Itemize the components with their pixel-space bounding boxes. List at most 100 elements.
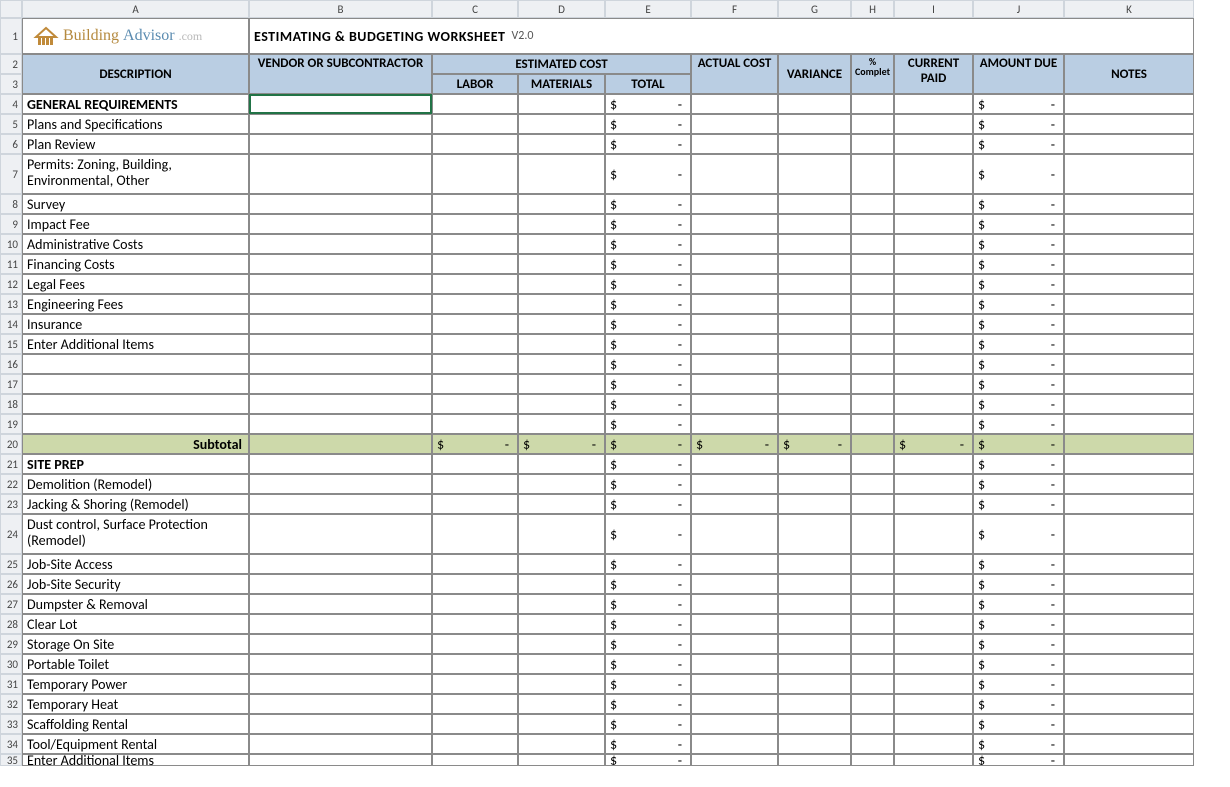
cell-32-K[interactable] xyxy=(1064,694,1194,714)
cell-13-A[interactable]: Engineering Fees xyxy=(22,294,249,314)
cell-11-C[interactable] xyxy=(432,254,518,274)
spreadsheet-grid[interactable]: ABCDEFGHIJK1 BuildingAdvisor.comESTIMATI… xyxy=(0,0,1230,766)
cell-20-E[interactable]: $- xyxy=(605,434,691,454)
cell-10-K[interactable] xyxy=(1064,234,1194,254)
cell-31-I[interactable] xyxy=(894,674,973,694)
cell-12-K[interactable] xyxy=(1064,274,1194,294)
cell-15-A[interactable]: Enter Additional Items xyxy=(22,334,249,354)
cell-4-B[interactable] xyxy=(249,94,432,114)
cell-27-D[interactable] xyxy=(518,594,605,614)
cell-25-C[interactable] xyxy=(432,554,518,574)
cell-13-H[interactable] xyxy=(851,294,894,314)
cell-7-K[interactable] xyxy=(1064,154,1194,194)
cell-14-E[interactable]: $- xyxy=(605,314,691,334)
row-head-29[interactable]: 29 xyxy=(0,634,22,654)
row-head-4[interactable]: 4 xyxy=(0,94,22,114)
cell-10-C[interactable] xyxy=(432,234,518,254)
cell-12-J[interactable]: $- xyxy=(973,274,1064,294)
cell-16-H[interactable] xyxy=(851,354,894,374)
cell-28-F[interactable] xyxy=(691,614,778,634)
cell-6-A[interactable]: Plan Review xyxy=(22,134,249,154)
cell-14-F[interactable] xyxy=(691,314,778,334)
cell-6-F[interactable] xyxy=(691,134,778,154)
cell-31-F[interactable] xyxy=(691,674,778,694)
cell-13-B[interactable] xyxy=(249,294,432,314)
cell-18-G[interactable] xyxy=(778,394,851,414)
cell-33-J[interactable]: $- xyxy=(973,714,1064,734)
cell-21-K[interactable] xyxy=(1064,454,1194,474)
cell-7-H[interactable] xyxy=(851,154,894,194)
row-head-26[interactable]: 26 xyxy=(0,574,22,594)
cell-28-E[interactable]: $- xyxy=(605,614,691,634)
cell-22-I[interactable] xyxy=(894,474,973,494)
cell-35-B[interactable] xyxy=(249,754,432,766)
cell-8-J[interactable]: $- xyxy=(973,194,1064,214)
cell-30-B[interactable] xyxy=(249,654,432,674)
cell-16-F[interactable] xyxy=(691,354,778,374)
col-head-C[interactable]: C xyxy=(432,0,518,18)
cell-10-I[interactable] xyxy=(894,234,973,254)
cell-27-J[interactable]: $- xyxy=(973,594,1064,614)
col-head-D[interactable]: D xyxy=(518,0,605,18)
cell-33-F[interactable] xyxy=(691,714,778,734)
cell-8-B[interactable] xyxy=(249,194,432,214)
cell-8-E[interactable]: $- xyxy=(605,194,691,214)
cell-24-I[interactable] xyxy=(894,514,973,554)
cell-23-I[interactable] xyxy=(894,494,973,514)
cell-13-E[interactable]: $- xyxy=(605,294,691,314)
cell-12-E[interactable]: $- xyxy=(605,274,691,294)
cell-5-E[interactable]: $- xyxy=(605,114,691,134)
cell-23-G[interactable] xyxy=(778,494,851,514)
col-head-F[interactable]: F xyxy=(691,0,778,18)
cell-4-C[interactable] xyxy=(432,94,518,114)
cell-5-C[interactable] xyxy=(432,114,518,134)
cell-15-D[interactable] xyxy=(518,334,605,354)
cell-23-C[interactable] xyxy=(432,494,518,514)
cell-8-I[interactable] xyxy=(894,194,973,214)
cell-35-C[interactable] xyxy=(432,754,518,766)
cell-33-D[interactable] xyxy=(518,714,605,734)
cell-22-B[interactable] xyxy=(249,474,432,494)
cell-15-K[interactable] xyxy=(1064,334,1194,354)
cell-11-F[interactable] xyxy=(691,254,778,274)
cell-27-B[interactable] xyxy=(249,594,432,614)
cell-15-E[interactable]: $- xyxy=(605,334,691,354)
cell-29-C[interactable] xyxy=(432,634,518,654)
cell-30-G[interactable] xyxy=(778,654,851,674)
cell-29-E[interactable]: $- xyxy=(605,634,691,654)
cell-24-C[interactable] xyxy=(432,514,518,554)
cell-6-J[interactable]: $- xyxy=(973,134,1064,154)
cell-22-C[interactable] xyxy=(432,474,518,494)
cell-21-I[interactable] xyxy=(894,454,973,474)
cell-4-G[interactable] xyxy=(778,94,851,114)
cell-32-F[interactable] xyxy=(691,694,778,714)
cell-17-B[interactable] xyxy=(249,374,432,394)
cell-24-G[interactable] xyxy=(778,514,851,554)
row-head-3[interactable]: 3 xyxy=(0,74,22,94)
cell-9-I[interactable] xyxy=(894,214,973,234)
cell-7-A[interactable]: Permits: Zoning, Building, Environmental… xyxy=(22,154,249,194)
cell-12-B[interactable] xyxy=(249,274,432,294)
cell-31-D[interactable] xyxy=(518,674,605,694)
cell-30-E[interactable]: $- xyxy=(605,654,691,674)
cell-27-H[interactable] xyxy=(851,594,894,614)
cell-29-J[interactable]: $- xyxy=(973,634,1064,654)
cell-7-J[interactable]: $- xyxy=(973,154,1064,194)
cell-14-I[interactable] xyxy=(894,314,973,334)
cell-21-C[interactable] xyxy=(432,454,518,474)
row-head-33[interactable]: 33 xyxy=(0,714,22,734)
cell-18-H[interactable] xyxy=(851,394,894,414)
cell-28-G[interactable] xyxy=(778,614,851,634)
cell-10-F[interactable] xyxy=(691,234,778,254)
cell-24-K[interactable] xyxy=(1064,514,1194,554)
cell-34-A[interactable]: Tool/Equipment Rental xyxy=(22,734,249,754)
cell-15-C[interactable] xyxy=(432,334,518,354)
cell-20-C[interactable]: $- xyxy=(432,434,518,454)
cell-6-K[interactable] xyxy=(1064,134,1194,154)
col-head-K[interactable]: K xyxy=(1064,0,1194,18)
cell-19-E[interactable]: $- xyxy=(605,414,691,434)
cell-31-B[interactable] xyxy=(249,674,432,694)
cell-20-D[interactable]: $- xyxy=(518,434,605,454)
cell-27-K[interactable] xyxy=(1064,594,1194,614)
cell-26-C[interactable] xyxy=(432,574,518,594)
